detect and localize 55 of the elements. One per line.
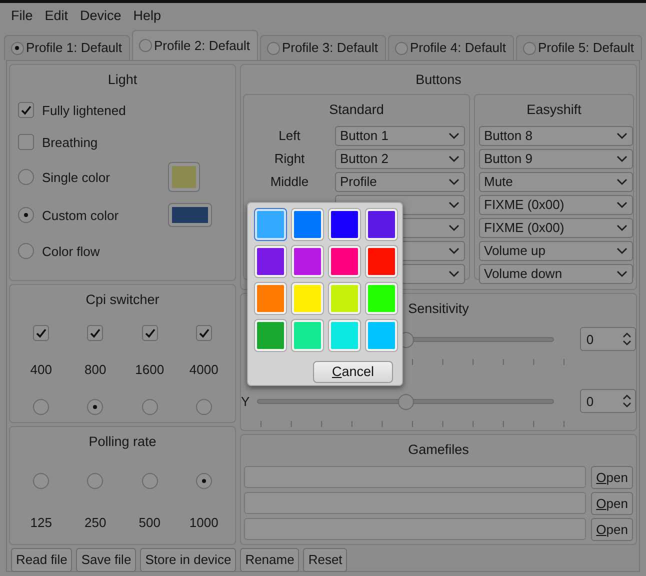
group-title: Sensitivity <box>408 301 469 316</box>
dropdown[interactable]: Button 9 <box>479 149 633 169</box>
option-label: Custom color <box>42 206 120 224</box>
open-button[interactable]: Open <box>591 518 633 541</box>
cpi-label: 400 <box>30 360 52 379</box>
tab[interactable]: Profile 3: Default <box>260 35 386 60</box>
open-button[interactable]: Open <box>591 466 633 489</box>
tab[interactable]: Profile 1: Default <box>4 35 130 60</box>
dropdown[interactable]: Volume up <box>479 241 633 261</box>
axis-label: Y <box>241 394 250 408</box>
action-button[interactable]: Reset <box>303 548 348 572</box>
group-title: Cpi switcher <box>86 292 160 307</box>
action-button[interactable]: Store in device <box>140 548 236 572</box>
dropdown[interactable]: Volume down <box>479 264 633 284</box>
action-button[interactable]: Rename <box>240 548 300 572</box>
cancel-button[interactable]: Cancel <box>313 361 393 383</box>
dropdown[interactable]: Mute <box>479 172 633 192</box>
action-button[interactable]: Read file <box>11 548 72 572</box>
dropdown[interactable]: Button 8 <box>479 126 633 146</box>
option-label: Breathing <box>42 134 99 152</box>
group-title: Buttons <box>416 72 462 87</box>
group-title: Easyshift <box>526 102 582 118</box>
dropdown[interactable]: Button 2 <box>335 149 465 169</box>
menu-item[interactable]: Edit <box>38 3 74 30</box>
tab[interactable]: Profile 2: Default <box>132 30 258 60</box>
rate-label: 500 <box>138 514 160 532</box>
cpi-label: 800 <box>84 360 106 379</box>
group-title: Light <box>108 72 138 87</box>
dropdown[interactable]: Button 1 <box>335 126 465 146</box>
option-label: Fully lightened <box>42 102 127 120</box>
dropdown[interactable]: Profile <box>335 172 465 192</box>
rate-label: 125 <box>30 514 52 532</box>
rate-label: 250 <box>84 514 106 532</box>
tab[interactable]: Profile 4: Default <box>388 35 514 60</box>
tab[interactable]: Profile 5: Default <box>516 35 642 60</box>
group-title: Standard <box>329 102 384 118</box>
cpi-label: 1600 <box>135 360 164 379</box>
rate-label: 1000 <box>189 514 218 532</box>
row-label: Middle <box>270 174 309 190</box>
row-label: Right <box>274 151 305 166</box>
open-button[interactable]: Open <box>591 492 633 515</box>
menu-item[interactable]: File <box>5 3 39 30</box>
spin-box[interactable]: 0 <box>580 389 636 414</box>
spin-box[interactable]: 0 <box>580 327 636 352</box>
menu-item[interactable]: Help <box>127 3 168 30</box>
group-title: Polling rate <box>88 434 156 449</box>
row-label: Left <box>278 128 300 144</box>
dropdown[interactable]: FIXME (0x00) <box>479 195 633 215</box>
action-button[interactable]: Save file <box>76 548 136 572</box>
cpi-label: 4000 <box>189 360 218 379</box>
option-label: Color flow <box>42 242 101 260</box>
option-label: Single color <box>42 168 111 187</box>
dropdown[interactable]: FIXME (0x00) <box>479 218 633 238</box>
group-title: Gamefiles <box>408 442 469 457</box>
menu-item[interactable]: Device <box>74 3 128 30</box>
